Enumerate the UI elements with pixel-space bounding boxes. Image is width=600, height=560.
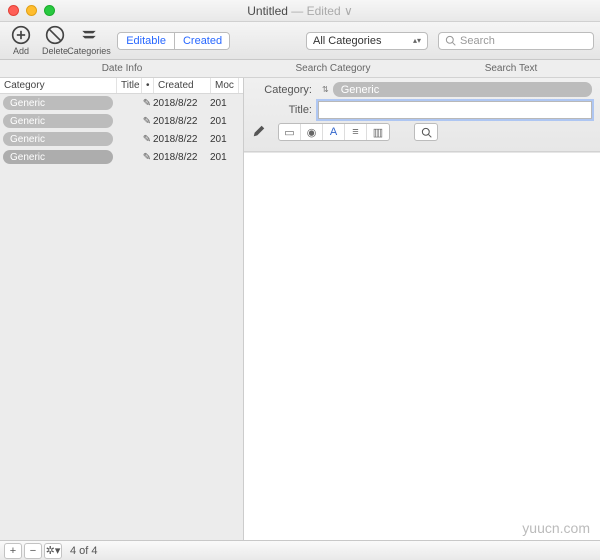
pencil-icon: [252, 124, 270, 141]
pencil-icon: ✎: [141, 116, 153, 127]
col-title[interactable]: Title: [117, 78, 142, 93]
content: Category Title • Created Moc Generic✎201…: [0, 78, 600, 540]
delete-button[interactable]: Delete: [40, 25, 70, 56]
detail-header: Category: ⇅ Generic Title: ▭ ◉ A ≡ ▥: [244, 78, 600, 152]
row-category: Generic: [3, 96, 113, 110]
editor-area[interactable]: [244, 152, 600, 540]
zoom-window[interactable]: [44, 5, 55, 16]
title-field[interactable]: [318, 101, 592, 119]
color-icon[interactable]: ◉: [301, 124, 323, 140]
pencil-icon: ✎: [141, 98, 153, 109]
search-in-text[interactable]: [414, 123, 438, 141]
search-icon: [445, 35, 456, 46]
plus-circle-icon: [11, 25, 31, 45]
category-label: Category:: [252, 84, 312, 96]
date-info-label: Date Info: [0, 60, 244, 77]
column-headers: Category Title • Created Moc: [0, 78, 243, 94]
row-modified: 201: [210, 116, 238, 127]
row-category: Generic: [3, 132, 113, 146]
stack-icon: [79, 25, 99, 45]
table-row[interactable]: Generic ✎2018/8/22201: [0, 130, 243, 148]
list-panel: Category Title • Created Moc Generic✎201…: [0, 78, 244, 540]
window-title: Untitled — Edited ∨: [0, 4, 600, 18]
traffic-lights: [8, 5, 55, 16]
col-category[interactable]: Category: [0, 78, 117, 93]
row-created: 2018/8/22: [153, 134, 210, 145]
rows-container: Generic✎2018/8/22201Generic✎2018/8/22201…: [0, 94, 243, 540]
date-segment: Editable Created Modified: [117, 32, 230, 50]
titlebar: Untitled — Edited ∨: [0, 0, 600, 22]
dropdown-arrows-icon[interactable]: ⇅: [322, 85, 329, 94]
category-filter[interactable]: All Categories ▴▾: [306, 32, 428, 50]
row-created: 2018/8/22: [153, 116, 210, 127]
title-label: Title:: [252, 104, 312, 116]
remove-row-button[interactable]: −: [24, 543, 42, 559]
close-window[interactable]: [8, 5, 19, 16]
col-modified[interactable]: Moc: [211, 78, 239, 93]
categories-button[interactable]: Categories: [74, 25, 104, 56]
col-created[interactable]: Created: [154, 78, 211, 93]
subheader: Date Info Search Category Search Text: [0, 60, 600, 78]
row-created: 2018/8/22: [153, 152, 210, 163]
add-row-button[interactable]: +: [4, 543, 22, 559]
pencil-icon: ✎: [141, 152, 153, 163]
row-modified: 201: [210, 134, 238, 145]
row-category: Generic: [3, 150, 113, 164]
table-row[interactable]: Generic ✎2018/8/22201: [0, 148, 243, 166]
table-row[interactable]: Generic ✎2018/8/22201: [0, 94, 243, 112]
table-row[interactable]: Generic ✎2018/8/22201: [0, 112, 243, 130]
search-icon: [415, 124, 437, 140]
toolbar: Add Delete Categories Editable Created M…: [0, 22, 600, 60]
add-button[interactable]: Add: [6, 25, 36, 56]
row-modified: 201: [210, 98, 238, 109]
columns-icon[interactable]: ▥: [367, 124, 389, 140]
category-value[interactable]: Generic: [333, 82, 592, 97]
pencil-icon: ✎: [141, 134, 153, 145]
minimize-window[interactable]: [26, 5, 37, 16]
detail-panel: Category: ⇅ Generic Title: ▭ ◉ A ≡ ▥: [244, 78, 600, 540]
search-text-label: Search Text: [422, 60, 600, 77]
row-modified: 201: [210, 152, 238, 163]
align-icon[interactable]: ≡: [345, 124, 367, 140]
search-input[interactable]: Search: [438, 32, 594, 50]
format-group-1: ▭ ◉ A ≡ ▥: [278, 123, 390, 141]
seg-created[interactable]: Created: [175, 33, 230, 49]
row-count: 4 of 4: [70, 545, 98, 557]
row-created: 2018/8/22: [153, 98, 210, 109]
seg-editable[interactable]: Editable: [118, 33, 175, 49]
chevron-updown-icon: ▴▾: [413, 36, 421, 45]
row-category: Generic: [3, 114, 113, 128]
font-icon[interactable]: A: [323, 124, 345, 140]
statusbar: + − ✲▾ 4 of 4: [0, 540, 600, 560]
search-category-label: Search Category: [244, 60, 422, 77]
no-entry-icon: [45, 25, 65, 45]
image-icon[interactable]: ▭: [279, 124, 301, 140]
action-menu-button[interactable]: ✲▾: [44, 543, 62, 559]
col-editable[interactable]: •: [142, 78, 154, 93]
